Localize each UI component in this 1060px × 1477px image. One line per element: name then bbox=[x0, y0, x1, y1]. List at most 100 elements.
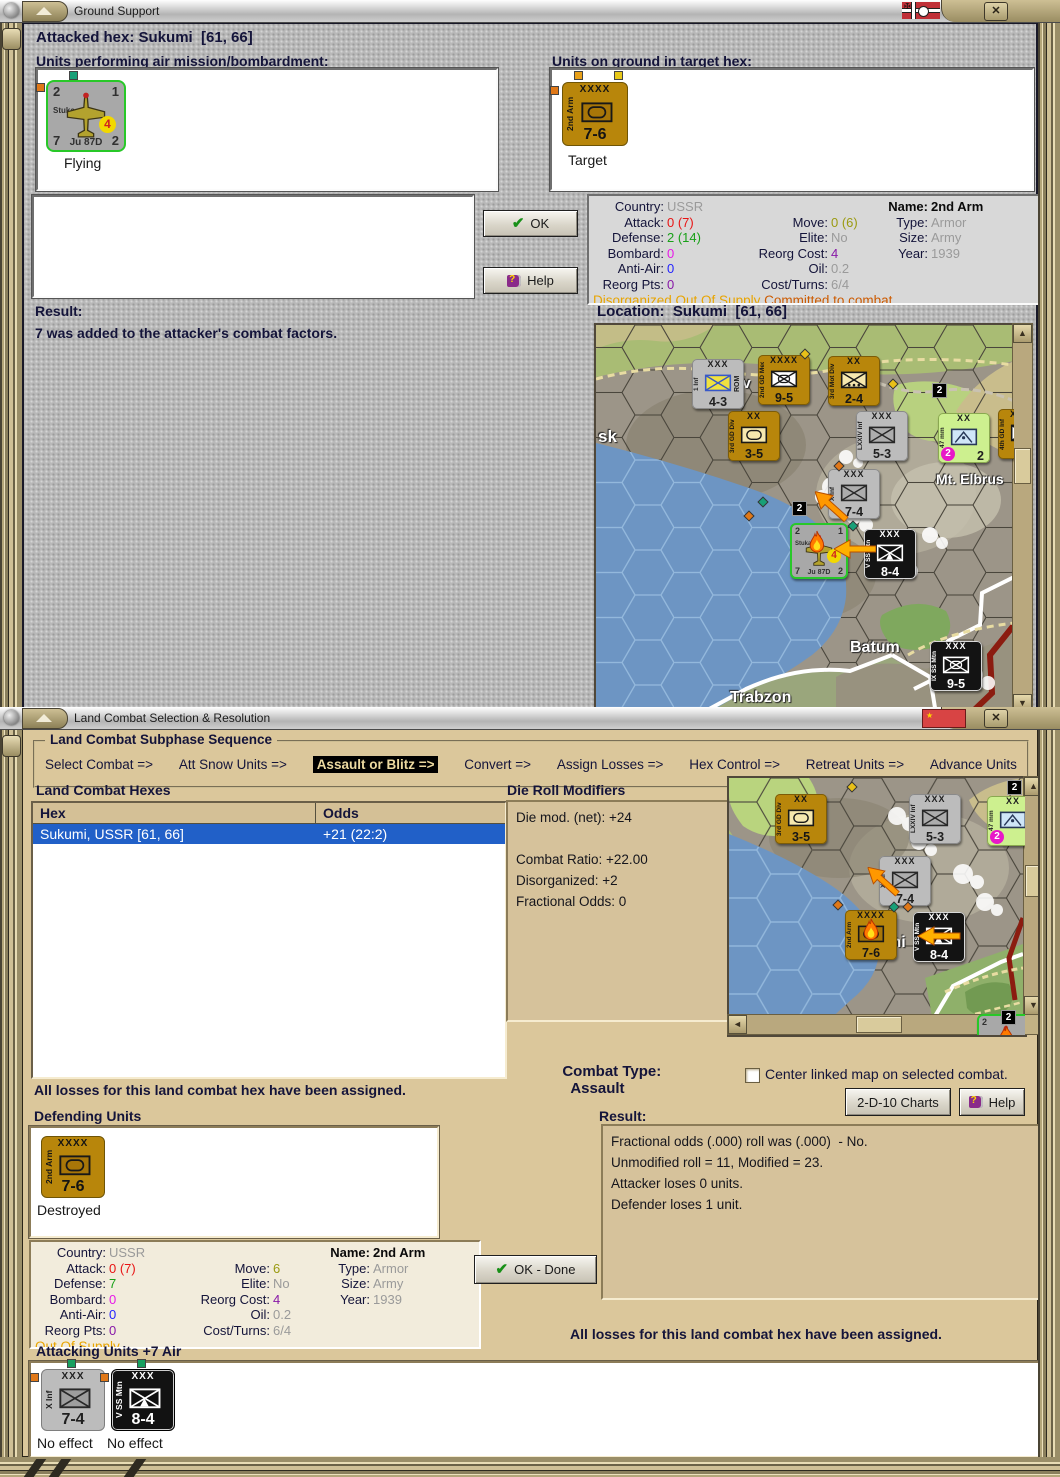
stat-label: Move: bbox=[234, 1260, 270, 1276]
stat-label: Size: bbox=[899, 230, 928, 245]
phase-assign-losses[interactable]: Assign Losses => bbox=[557, 757, 664, 772]
stat-value: 2 (14) bbox=[667, 230, 701, 245]
stat-value bbox=[373, 1323, 475, 1339]
stuka-counter[interactable]: 2 1 Stuka 4 7 Ju 87D 2 bbox=[37, 72, 126, 152]
header-hex[interactable]: Hex bbox=[33, 803, 316, 823]
window-land-combat: Land Combat Selection & Resolution ★ ✕ L… bbox=[0, 705, 1060, 1477]
titlebar-land-combat[interactable]: Land Combat Selection & Resolution ★ ✕ bbox=[0, 707, 1060, 730]
unit-strength: 3-5 bbox=[791, 830, 811, 844]
target-unit-counter[interactable]: XXXX 2nd Arm 7-6 bbox=[551, 72, 628, 146]
text-line: Combat Ratio: +22.00 bbox=[516, 852, 648, 867]
phase-att-snow-units[interactable]: Att Snow Units => bbox=[179, 757, 287, 772]
status-dot-orange bbox=[37, 84, 44, 91]
window-right-border bbox=[1038, 22, 1060, 712]
stat-label: Year: bbox=[898, 245, 928, 261]
map-unit-7-6[interactable]: XXXX 2nd Arm 7-6 bbox=[845, 910, 897, 960]
map-unit-5-3[interactable]: XXX LXXIV Inf 5-3 bbox=[856, 411, 908, 461]
stat-label: Elite: bbox=[241, 1276, 270, 1291]
stat-label: Type: bbox=[896, 214, 928, 230]
table-row[interactable]: Sukumi, USSR [61, 66] +21 (22:2) bbox=[33, 824, 505, 844]
stat-value: 4 bbox=[273, 1291, 281, 1307]
stat-value: 0.2 bbox=[273, 1307, 292, 1322]
help-book-icon bbox=[968, 1095, 983, 1108]
border-knob bbox=[2, 735, 21, 757]
window-title: Land Combat Selection & Resolution bbox=[74, 711, 271, 725]
scroll-thumb[interactable] bbox=[1014, 448, 1031, 484]
map-land-combat[interactable]: XX3rd GD Div3-5 XXXLXXIV Inf5-3 XX47 mm22 X… bbox=[727, 776, 1027, 1037]
stuka-stat-tl: 2 bbox=[982, 1017, 988, 1027]
stat-label bbox=[321, 1307, 373, 1323]
window-title: Ground Support bbox=[74, 4, 160, 18]
phase-advance-units[interactable]: Advance Units bbox=[930, 757, 1017, 772]
map-unit-2[interactable]: XX47 mm22 bbox=[938, 413, 990, 463]
phase-hex-control[interactable]: Hex Control => bbox=[689, 757, 780, 772]
ok-button[interactable]: ✔ OK bbox=[483, 210, 578, 237]
titlebar-ground-support[interactable]: Ground Support ✠ ✕ bbox=[0, 0, 1060, 23]
attacker-counter-8-4[interactable]: XXX V SS Mtn 8-4 bbox=[101, 1360, 175, 1431]
attacker-counter-7-4[interactable]: XXX X Inf 7-4 bbox=[31, 1360, 105, 1431]
unit-strength: 8-4 bbox=[131, 1411, 155, 1428]
inf-symbol-icon bbox=[59, 1388, 91, 1409]
scroll-thumb[interactable] bbox=[856, 1016, 902, 1033]
phase-convert[interactable]: Convert => bbox=[464, 757, 531, 772]
losses-message: All losses for this land combat hex have… bbox=[34, 1082, 406, 1098]
inf-symbol-icon bbox=[704, 374, 732, 392]
stat-label: Bombard: bbox=[607, 245, 664, 261]
stat-label: Reorg Pts: bbox=[602, 276, 664, 292]
ok-done-button[interactable]: ✔ OK - Done bbox=[474, 1255, 597, 1284]
ground-units-label: Units on ground in target hex: bbox=[552, 53, 752, 69]
stat-value: 0 bbox=[667, 276, 675, 292]
map-unit-4-3[interactable]: XXX 1 Inf ROM 4-3 bbox=[692, 359, 744, 409]
map-unit-9-5[interactable]: XXXX 2nd GD Mech 9-5 bbox=[758, 355, 810, 405]
result2-label: Result: bbox=[599, 1108, 647, 1124]
map-ground-support[interactable]: XXX 1 Inf ROM 4-3 XXXX 2nd GD Mech 9-5 XX 3rd Mo… bbox=[594, 323, 1016, 716]
stats-grid: Country: USSR Name: 2nd Arm Attack: 0 (7) Move… bbox=[593, 199, 1043, 292]
help-button[interactable]: Help bbox=[483, 267, 578, 294]
phase-assault-or-blitz[interactable]: Assault or Blitz => bbox=[312, 756, 439, 773]
armor-symbol-icon bbox=[581, 102, 613, 123]
attack-arrow-icon bbox=[832, 539, 877, 564]
map-unit-2-4[interactable]: XX 3rd Mot Div 2-4 bbox=[828, 356, 880, 406]
window-menu-button[interactable] bbox=[22, 1, 68, 22]
target-caption: Target bbox=[568, 152, 607, 168]
stat-value: USSR bbox=[109, 1245, 146, 1260]
header-odds[interactable]: Odds bbox=[316, 803, 505, 823]
window-menu-button[interactable] bbox=[22, 708, 68, 729]
ground-units-box: XXXX 2nd Arm 7-6 Target bbox=[550, 68, 1034, 191]
scroll-left-button[interactable]: ◄ bbox=[728, 1015, 747, 1034]
stat-value: 6 bbox=[273, 1260, 281, 1276]
map-unit-5-3[interactable]: XXX LXXIV Inf 5-3 bbox=[909, 794, 961, 844]
supply-dot bbox=[833, 900, 843, 910]
unit-strength: 5-3 bbox=[872, 447, 892, 461]
combat-type-label: Combat Type: Assault bbox=[529, 1046, 661, 1114]
close-button[interactable]: ✕ bbox=[984, 2, 1008, 21]
aa-symbol-icon bbox=[999, 811, 1025, 829]
stat-value: 0.2 bbox=[831, 261, 850, 276]
charts-button[interactable]: 2-D-10 Charts bbox=[845, 1088, 951, 1116]
phase-select-combat[interactable]: Select Combat => bbox=[45, 757, 153, 772]
stat-label: Attack: bbox=[624, 214, 664, 230]
defender-counter[interactable]: XXXX 2nd Arm 7-6 bbox=[41, 1136, 105, 1198]
help-button[interactable]: Help bbox=[959, 1088, 1025, 1116]
map-unit-9-5[interactable]: XXX IX SS Mtn 9-5 bbox=[930, 641, 982, 691]
map-unit-2[interactable]: XX47 mm22 bbox=[987, 796, 1025, 846]
combat-type-value: Assault bbox=[570, 1080, 625, 1097]
stat-value bbox=[931, 277, 1043, 293]
stat-label: Elite: bbox=[799, 230, 828, 245]
unit-strength: 7-6 bbox=[61, 1178, 85, 1195]
phase-retreat-units[interactable]: Retreat Units => bbox=[806, 757, 904, 772]
mtn-symbol-icon bbox=[876, 544, 904, 562]
scroll-up-button[interactable]: ▲ bbox=[1013, 324, 1032, 343]
map1-vscrollbar[interactable]: ▲ ▼ bbox=[1012, 323, 1033, 714]
table-header: Hex Odds bbox=[33, 803, 505, 824]
combat-hexes-table[interactable]: Hex Odds Sukumi, USSR [61, 66] +21 (22:2) bbox=[31, 801, 507, 1079]
map-unit-6-4[interactable]: XXXX4th GD Inf6-4 bbox=[998, 409, 1014, 459]
air-units-box: 2 1 Stuka 4 7 Ju 87D 2 Flying bbox=[36, 68, 498, 191]
ok-label: OK bbox=[530, 216, 550, 231]
center-map-checkbox[interactable] bbox=[745, 1068, 760, 1083]
unit-strength: 9-5 bbox=[946, 677, 966, 691]
close-button[interactable]: ✕ bbox=[984, 709, 1008, 728]
stat-value: 1939 bbox=[373, 1291, 402, 1307]
map-unit-3-5[interactable]: XX 3rd GD Div 3-5 bbox=[728, 411, 780, 461]
map-unit-3-5[interactable]: XX 3rd GD Div 3-5 bbox=[775, 794, 827, 844]
